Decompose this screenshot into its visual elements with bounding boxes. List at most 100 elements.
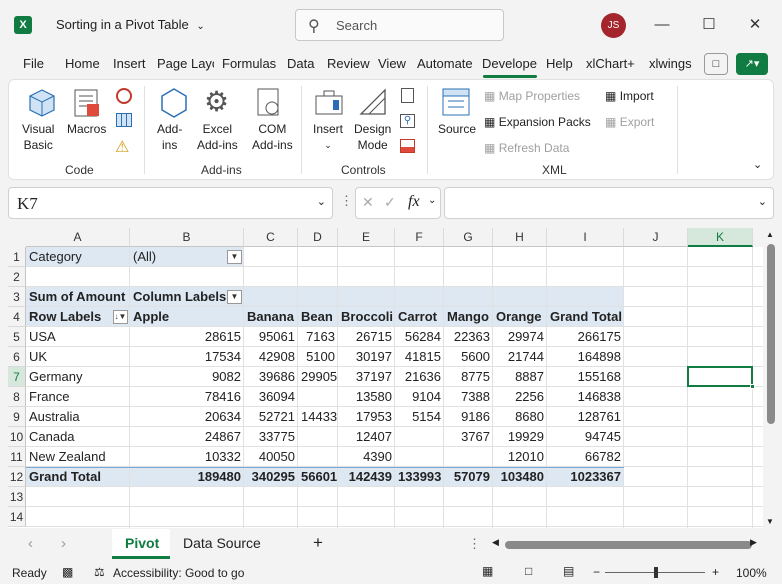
pivot-value-cell[interactable]: 36094 bbox=[244, 387, 298, 407]
pivot-value-cell[interactable]: 128761 bbox=[547, 407, 624, 427]
pivot-row-label[interactable]: Germany bbox=[26, 367, 130, 387]
com-addins-button[interactable]: COM Add-ins bbox=[252, 121, 293, 153]
pivot-column-header[interactable]: Banana bbox=[244, 307, 298, 327]
tab-help[interactable]: Help bbox=[546, 56, 573, 71]
pivot-value-cell[interactable]: 13580 bbox=[338, 387, 395, 407]
pivot-value-cell[interactable]: 33775 bbox=[244, 427, 298, 447]
pivot-value-cell[interactable]: 8680 bbox=[493, 407, 547, 427]
refresh-data-button[interactable]: ▦ Refresh Data bbox=[484, 141, 569, 155]
formula-input[interactable]: ⌄ bbox=[444, 187, 774, 219]
tab-xlwings[interactable]: xlwings bbox=[649, 56, 692, 71]
column-header-j[interactable]: J bbox=[624, 228, 688, 247]
pivot-value-cell[interactable]: 12407 bbox=[338, 427, 395, 447]
pivot-row-label[interactable]: New Zealand bbox=[26, 447, 130, 467]
column-header-i[interactable]: I bbox=[547, 228, 624, 247]
map-properties-button[interactable]: ▦ Map Properties bbox=[484, 89, 580, 103]
pivot-grand-total-cell[interactable]: 56601 bbox=[298, 467, 338, 487]
add-sheet-button[interactable]: + bbox=[313, 533, 323, 553]
pivot-value-cell[interactable]: 30197 bbox=[338, 347, 395, 367]
expand-formula-icon[interactable]: ⌄ bbox=[758, 195, 767, 208]
column-header-k[interactable]: K bbox=[688, 228, 753, 247]
name-box[interactable]: K7 ⌄ bbox=[8, 187, 333, 219]
maximize-button[interactable]: ☐ bbox=[698, 14, 720, 36]
pivot-value-cell[interactable]: 21744 bbox=[493, 347, 547, 367]
column-header-c[interactable]: C bbox=[244, 228, 298, 247]
pivot-value-cell[interactable]: 4390 bbox=[338, 447, 395, 467]
pivot-value-cell[interactable]: 7163 bbox=[298, 327, 338, 347]
zoom-out-button[interactable]: − bbox=[593, 565, 600, 579]
pivot-column-header[interactable]: Mango bbox=[444, 307, 493, 327]
tab-formulas[interactable]: Formulas bbox=[222, 56, 276, 71]
pivot-filter-label[interactable]: Category bbox=[26, 247, 130, 267]
cancel-icon[interactable]: ✕ bbox=[362, 194, 374, 211]
sheet-tab-data-source[interactable]: Data Source bbox=[183, 535, 261, 551]
source-button[interactable]: Source bbox=[438, 121, 476, 137]
pivot-value-cell[interactable] bbox=[444, 447, 493, 467]
pivot-value-cell[interactable]: 39686 bbox=[244, 367, 298, 387]
row-header-8[interactable]: 8 bbox=[8, 387, 26, 407]
tab-xlchart[interactable]: xlChart+ bbox=[586, 56, 635, 71]
pivot-grand-total-cell[interactable]: 103480 bbox=[493, 467, 547, 487]
pivot-row-label[interactable]: Australia bbox=[26, 407, 130, 427]
macros-button[interactable]: Macros bbox=[67, 121, 106, 137]
tab-home[interactable]: Home bbox=[65, 56, 100, 71]
avatar[interactable]: JS bbox=[601, 13, 626, 38]
row-header-10[interactable]: 10 bbox=[8, 427, 26, 447]
page-break-view-icon[interactable]: ▤ bbox=[563, 564, 574, 578]
column-header-a[interactable]: A bbox=[26, 228, 130, 247]
tab-review[interactable]: Review bbox=[327, 56, 370, 71]
macro-recording-icon[interactable]: ▩ bbox=[62, 565, 73, 579]
tab-file[interactable]: File bbox=[23, 56, 44, 71]
row-header-3[interactable]: 3 bbox=[8, 287, 26, 307]
minimize-button[interactable]: — bbox=[651, 14, 673, 36]
insert-control-button[interactable]: Insert ⌄ bbox=[313, 121, 343, 153]
insert-function-icon[interactable]: fx bbox=[408, 193, 420, 211]
row-header-1[interactable]: 1 bbox=[8, 247, 26, 267]
pivot-value-cell[interactable]: 5154 bbox=[395, 407, 444, 427]
pivot-value-cell[interactable]: 19929 bbox=[493, 427, 547, 447]
pivot-value-cell[interactable] bbox=[298, 387, 338, 407]
pivot-value-cell[interactable]: 94745 bbox=[547, 427, 624, 447]
pivot-value-cell[interactable]: 8775 bbox=[444, 367, 493, 387]
pivot-value-cell[interactable]: 7388 bbox=[444, 387, 493, 407]
pivot-values-label[interactable]: Sum of Amount bbox=[26, 287, 130, 307]
pivot-value-cell[interactable]: 78416 bbox=[130, 387, 244, 407]
row-header-4[interactable]: 4 bbox=[8, 307, 26, 327]
pivot-grand-total-label[interactable]: Grand Total bbox=[26, 467, 130, 487]
zoom-in-button[interactable]: + bbox=[712, 565, 719, 579]
pivot-grand-total-cell[interactable]: 57079 bbox=[444, 467, 493, 487]
pivot-column-header[interactable]: Bean bbox=[298, 307, 338, 327]
pivot-value-cell[interactable]: 41815 bbox=[395, 347, 444, 367]
scroll-right-icon[interactable]: ▶ bbox=[750, 537, 757, 548]
pivot-value-cell[interactable]: 14433 bbox=[298, 407, 338, 427]
search-input[interactable]: ⚲ Search bbox=[295, 9, 504, 41]
import-button[interactable]: ▦ Import bbox=[605, 89, 654, 103]
pivot-value-cell[interactable]: 5100 bbox=[298, 347, 338, 367]
accessibility-icon[interactable]: ⚖ bbox=[94, 565, 105, 579]
pivot-value-cell[interactable] bbox=[298, 427, 338, 447]
macro-security-icon[interactable]: ⚠ bbox=[115, 137, 129, 157]
scroll-left-icon[interactable]: ◀ bbox=[492, 537, 499, 548]
relative-references-icon[interactable] bbox=[116, 113, 132, 127]
excel-addins-button[interactable]: Excel Add-ins bbox=[197, 121, 238, 153]
pivot-column-header[interactable]: Orange bbox=[493, 307, 547, 327]
pivot-value-cell[interactable]: 164898 bbox=[547, 347, 624, 367]
pivot-row-label[interactable]: France bbox=[26, 387, 130, 407]
pivot-value-cell[interactable]: 9082 bbox=[130, 367, 244, 387]
pivot-value-cell[interactable]: 9104 bbox=[395, 387, 444, 407]
document-title[interactable]: Sorting in a Pivot Table ⌄ bbox=[56, 17, 205, 32]
pivot-value-cell[interactable]: 95061 bbox=[244, 327, 298, 347]
tab-page-layout[interactable]: Page Layo bbox=[157, 56, 214, 71]
pivot-grand-total-cell[interactable]: 1023367 bbox=[547, 467, 624, 487]
spreadsheet-grid[interactable]: ABCDEFGHIJK 1 2 3 4 5 6 7 8 9 10 11 12 13 14 Category(… bbox=[8, 228, 763, 528]
pivot-value-cell[interactable]: 21636 bbox=[395, 367, 444, 387]
pivot-row-label[interactable]: UK bbox=[26, 347, 130, 367]
pivot-value-cell[interactable]: 12010 bbox=[493, 447, 547, 467]
collapse-ribbon-icon[interactable]: ⌄ bbox=[753, 158, 762, 171]
accessibility-status[interactable]: Accessibility: Good to go bbox=[113, 566, 244, 580]
column-header-b[interactable]: B bbox=[130, 228, 244, 247]
pivot-value-cell[interactable]: 5600 bbox=[444, 347, 493, 367]
pivot-value-cell[interactable]: 20634 bbox=[130, 407, 244, 427]
export-button[interactable]: ▦ Export bbox=[605, 115, 654, 129]
fill-handle[interactable] bbox=[750, 384, 755, 389]
